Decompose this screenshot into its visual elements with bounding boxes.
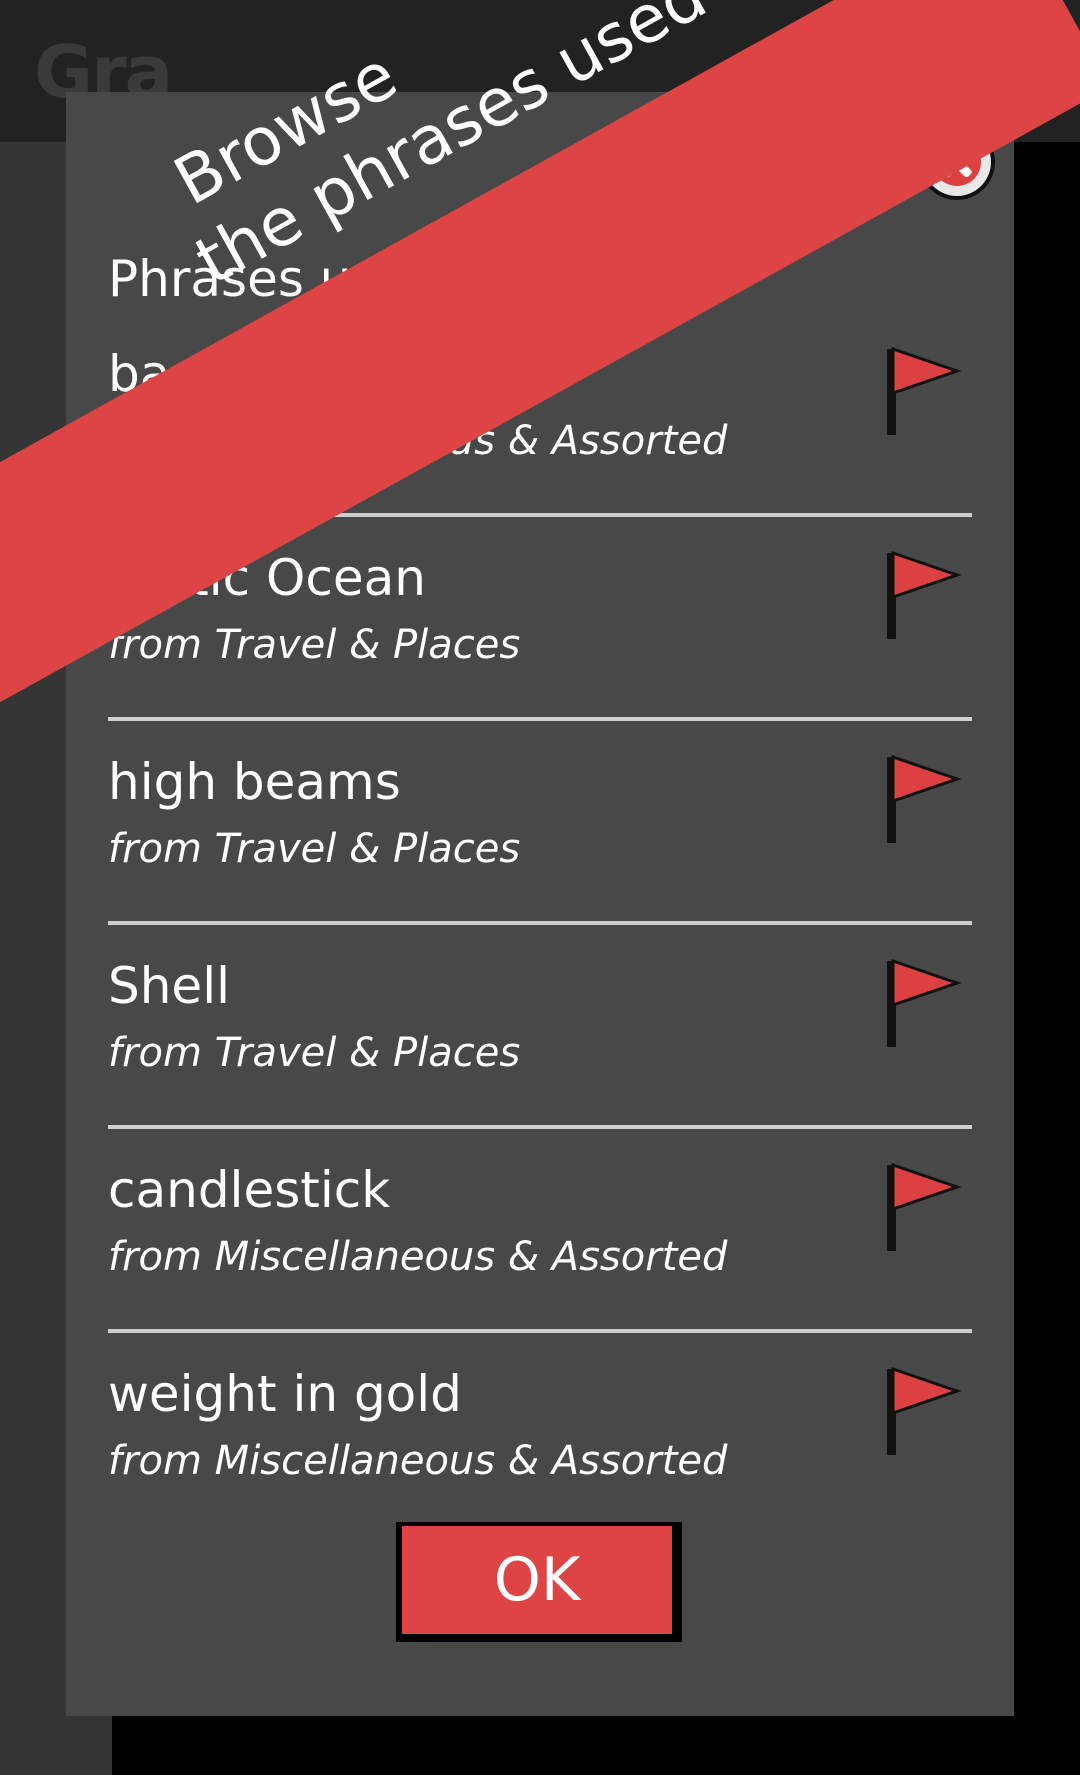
flag-icon[interactable] (883, 753, 963, 845)
close-icon[interactable] (919, 124, 995, 200)
divider (108, 717, 972, 721)
menu-icon[interactable] (982, 40, 1050, 100)
list-item: back on track from Miscellaneous & Assor… (108, 345, 972, 549)
phrase-name: back on track (108, 345, 449, 403)
divider (108, 513, 972, 517)
phrase-category: from Miscellaneous & Assorted (108, 1438, 728, 1484)
help-icon[interactable]: ? (855, 22, 915, 102)
flag-icon[interactable] (883, 1161, 963, 1253)
list-item: candlestick from Miscellaneous & Assorte… (108, 1161, 972, 1365)
phrase-name: high beams (108, 753, 401, 811)
divider (108, 1329, 972, 1333)
phrase-name: Shell (108, 957, 230, 1015)
phrase-name: candlestick (108, 1161, 391, 1219)
phrase-category: from Travel & Places (108, 1030, 521, 1076)
flag-icon[interactable] (883, 957, 963, 1049)
list-item: Arctic Ocean from Travel & Places (108, 549, 972, 753)
ok-button-label: OK (402, 1526, 672, 1634)
list-icon[interactable] (730, 58, 774, 92)
phrase-category: from Miscellaneous & Assorted (108, 418, 728, 464)
divider (108, 921, 972, 925)
flag-icon[interactable] (883, 549, 963, 641)
flag-icon[interactable] (883, 1365, 963, 1457)
phrase-category: from Miscellaneous & Assorted (108, 1234, 728, 1280)
phrase-name: weight in gold (108, 1365, 462, 1423)
phrase-list: back on track from Miscellaneous & Assor… (108, 345, 972, 1569)
phrase-category: from Travel & Places (108, 826, 521, 872)
phrase-category: from Travel & Places (108, 622, 521, 668)
phrase-name: Arctic Ocean (108, 549, 426, 607)
divider (108, 1125, 972, 1129)
list-item: high beams from Travel & Places (108, 753, 972, 957)
dialog-heading: Phrases used last round (108, 250, 708, 308)
flag-icon[interactable] (883, 345, 963, 437)
ok-button[interactable]: OK (396, 1522, 682, 1642)
list-item: Shell from Travel & Places (108, 957, 972, 1161)
